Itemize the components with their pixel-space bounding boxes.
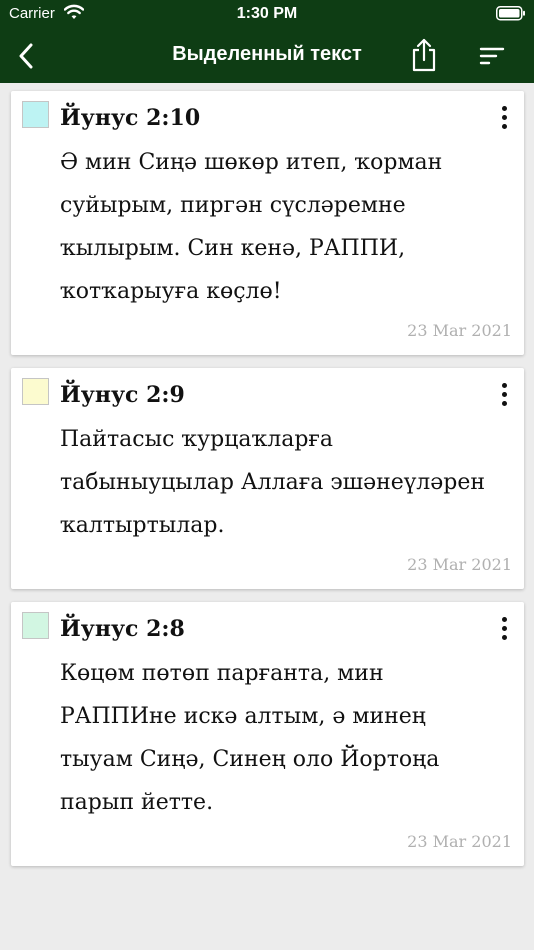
highlight-card[interactable]: Йунус 2:9 Пайтасыс ҡурцаҡларға табыныуцы…	[11, 368, 524, 589]
sort-button[interactable]	[474, 38, 510, 74]
status-time: 1:30 PM	[236, 5, 298, 22]
verse-reference: Йунус 2:10	[60, 105, 201, 131]
highlight-card[interactable]: Йунус 2:8 Көцөм пөтөп парғанта, мин РАПП…	[11, 602, 524, 866]
chevron-left-icon	[19, 43, 33, 69]
highlight-date: 23 Mar 2021	[407, 555, 512, 574]
more-dot	[501, 400, 507, 406]
verse-text: Ә мин Сиңә шөкөр итеп, ҡорман суйырым, п…	[60, 150, 443, 304]
back-button[interactable]	[8, 38, 44, 74]
more-dot	[501, 123, 507, 129]
highlight-date: 23 Mar 2021	[407, 321, 512, 340]
more-options-button[interactable]	[493, 103, 515, 131]
share-icon	[412, 38, 436, 72]
battery-icon	[496, 6, 526, 26]
page-title: Выделенный текст	[172, 43, 362, 65]
more-dot	[501, 114, 507, 120]
highlight-card[interactable]: Йунус 2:10 Ә мин Сиңә шөкөр итеп, ҡорман…	[11, 91, 524, 355]
more-dot	[501, 391, 507, 397]
share-button[interactable]	[406, 36, 442, 74]
navigation-bar: Выделенный текст	[0, 30, 534, 83]
more-dot	[501, 634, 507, 640]
app-header: Carrier 1:30 PM Выделенный текст	[0, 0, 534, 83]
more-dot	[501, 105, 507, 111]
highlight-color-swatch[interactable]	[22, 378, 49, 405]
highlight-date: 23 Mar 2021	[407, 832, 512, 851]
verse-reference: Йунус 2:9	[60, 382, 185, 408]
verse-text: Көцөм пөтөп парғанта, мин РАППИне искә а…	[60, 661, 440, 815]
highlights-list: Йунус 2:10 Ә мин Сиңә шөкөр итеп, ҡорман…	[11, 91, 524, 879]
more-dot	[501, 616, 507, 622]
status-bar: Carrier 1:30 PM	[0, 0, 534, 30]
verse-text: Пайтасыс ҡурцаҡларға табыныуцылар Аллаға…	[60, 427, 486, 538]
verse-reference: Йунус 2:8	[60, 616, 185, 642]
more-dot	[501, 625, 507, 631]
more-options-button[interactable]	[493, 380, 515, 408]
sort-icon	[479, 47, 505, 65]
highlight-color-swatch[interactable]	[22, 101, 49, 128]
highlight-color-swatch[interactable]	[22, 612, 49, 639]
more-options-button[interactable]	[493, 614, 515, 642]
more-dot	[501, 382, 507, 388]
